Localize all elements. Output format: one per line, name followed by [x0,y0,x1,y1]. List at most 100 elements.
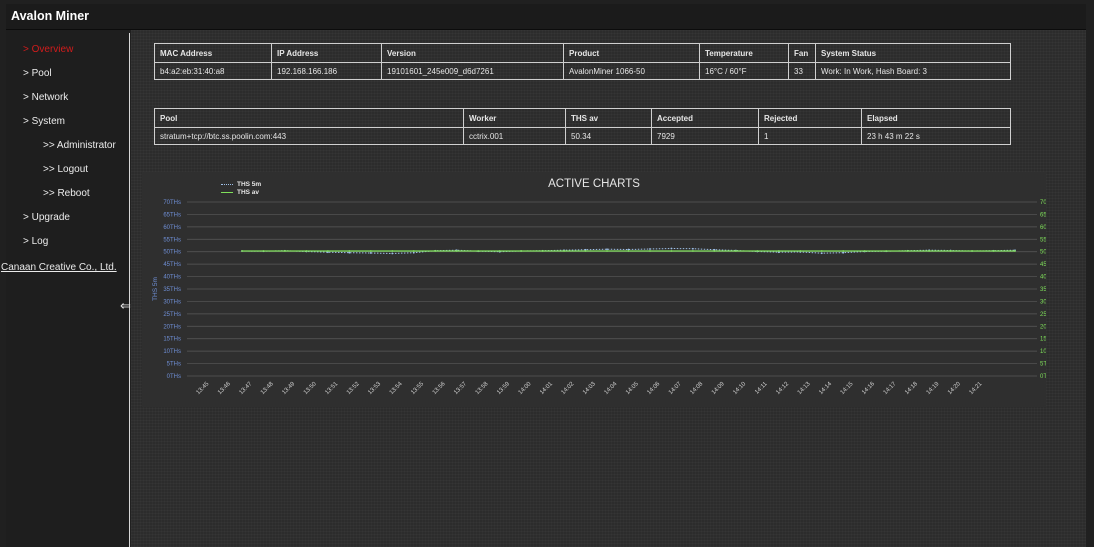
product-value: AvalonMiner 1066-50 [563,62,700,80]
sidebar-item-administrator[interactable]: >> Administrator [43,140,116,151]
data-point [670,250,673,252]
x-tick-label: 14:08 [689,381,704,396]
collapse-sidebar-icon[interactable]: ⇐ [120,298,131,314]
status-header-ip: IP Address [271,43,382,63]
data-point [284,250,286,252]
title-bar: Avalon Miner [6,4,1086,30]
status-header-temperature: Temperature [699,43,789,63]
sidebar-item-network[interactable]: > Network [23,92,68,103]
ip-address-value: 192.168.166.186 [271,62,382,80]
pool-table: Pool Worker THS av Accepted Rejected Ela… [154,108,1011,145]
pool-header-worker: Worker [463,108,566,128]
y-tick-label-right: 55THs [1040,237,1046,243]
data-point [412,251,415,254]
active-chart-panel: ACTIVE CHARTS THS 5m THS av 0THs0THs5THs… [142,172,1046,407]
data-point [326,250,329,252]
y-axis-label-left: THS 5m [152,277,159,301]
y-tick-label-left: 30THs [163,299,181,305]
data-point [928,250,931,252]
y-tick-label-left: 45THs [163,262,181,268]
x-tick-label: 14:13 [797,381,812,396]
x-tick-label: 14:00 [518,381,533,396]
ths-av-value: 50.34 [565,127,652,145]
sidebar-item-reboot[interactable]: >> Reboot [43,188,90,199]
data-point [756,250,759,252]
sidebar-item-logout[interactable]: >> Logout [43,164,88,175]
y-tick-label-left: 60THs [163,225,181,231]
fan-value: 33 [788,62,816,80]
sidebar-item-upgrade[interactable]: > Upgrade [23,212,70,223]
x-tick-label: 14:19 [926,381,941,396]
data-point [799,250,802,252]
y-tick-label-right: 25THs [1040,312,1046,318]
data-point [842,250,845,252]
status-table-header: MAC Address IP Address Version Product T… [154,43,1011,63]
x-tick-label: 14:17 [883,381,898,396]
sidebar-item-system[interactable]: > System [23,116,65,127]
status-header-version: Version [381,43,564,63]
x-tick-label: 13:48 [260,381,275,396]
accepted-value: 7929 [651,127,759,145]
x-tick-label: 14:03 [582,381,597,396]
y-tick-label-left: 50THs [163,250,181,256]
y-tick-label-left: 35THs [163,287,181,293]
x-tick-label: 14:21 [969,381,984,396]
data-point [305,250,308,252]
data-point [906,250,909,252]
y-tick-label-right: 15THs [1040,337,1046,343]
data-point [842,251,845,254]
company-link[interactable]: Canaan Creative Co., Ltd. [1,262,117,273]
sidebar-item-log[interactable]: > Log [23,236,48,247]
data-point [584,250,587,252]
table-row: b4:a2:eb:31:40:a8 192.168.166.186 191016… [154,62,1011,80]
data-point [391,250,394,252]
sidebar-item-overview[interactable]: > Overview [23,44,73,55]
data-point [606,250,608,252]
pool-table-header: Pool Worker THS av Accepted Rejected Ela… [154,108,1011,128]
x-tick-label: 13:57 [453,381,468,396]
data-point [348,250,351,252]
x-tick-label: 14:11 [754,381,769,396]
y-tick-label-left: 0THs [167,374,181,380]
status-header-product: Product [563,43,700,63]
y-tick-label-left: 20THs [163,324,181,330]
data-point [992,250,995,252]
data-point [498,250,501,252]
temperature-value: 16°C / 60°F [699,62,789,80]
data-point [692,250,694,252]
version-value: 19101601_245e009_d6d7261 [381,62,564,80]
data-point [971,250,973,252]
data-point [820,250,823,252]
x-tick-label: 14:05 [625,381,640,396]
data-point [820,252,823,255]
y-tick-label-right: 45THs [1040,262,1046,268]
elapsed-value: 23 h 43 m 22 s [861,127,1011,145]
app-title: Avalon Miner [11,9,90,23]
mac-address-value: b4:a2:eb:31:40:a8 [154,62,272,80]
data-point [369,252,372,254]
data-point [649,248,651,250]
data-point [369,250,372,252]
status-header-mac: MAC Address [154,43,272,63]
data-point [949,250,952,252]
data-point [670,247,673,250]
data-point [391,252,394,255]
pool-url-value: stratum+tcp://btc.ss.poolin.com:443 [154,127,464,145]
y-tick-label-right: 40THs [1040,275,1046,281]
x-tick-label: 13:59 [496,381,511,396]
x-tick-label: 13:53 [367,381,382,396]
x-tick-label: 14:09 [711,381,726,396]
worker-value: cctrix.001 [463,127,566,145]
y-tick-label-right: 5THs [1040,362,1046,368]
system-status-value: Work: In Work, Hash Board: 3 [815,62,1011,80]
data-point [713,250,716,252]
sidebar-item-pool[interactable]: > Pool [23,68,52,79]
data-point [777,250,780,252]
x-tick-label: 14:02 [561,381,576,396]
y-tick-label-right: 30THs [1040,299,1046,305]
x-tick-label: 14:14 [818,381,833,396]
data-point [455,250,458,252]
x-tick-label: 13:50 [303,381,318,396]
sidebar [6,30,129,547]
data-point [863,250,866,252]
